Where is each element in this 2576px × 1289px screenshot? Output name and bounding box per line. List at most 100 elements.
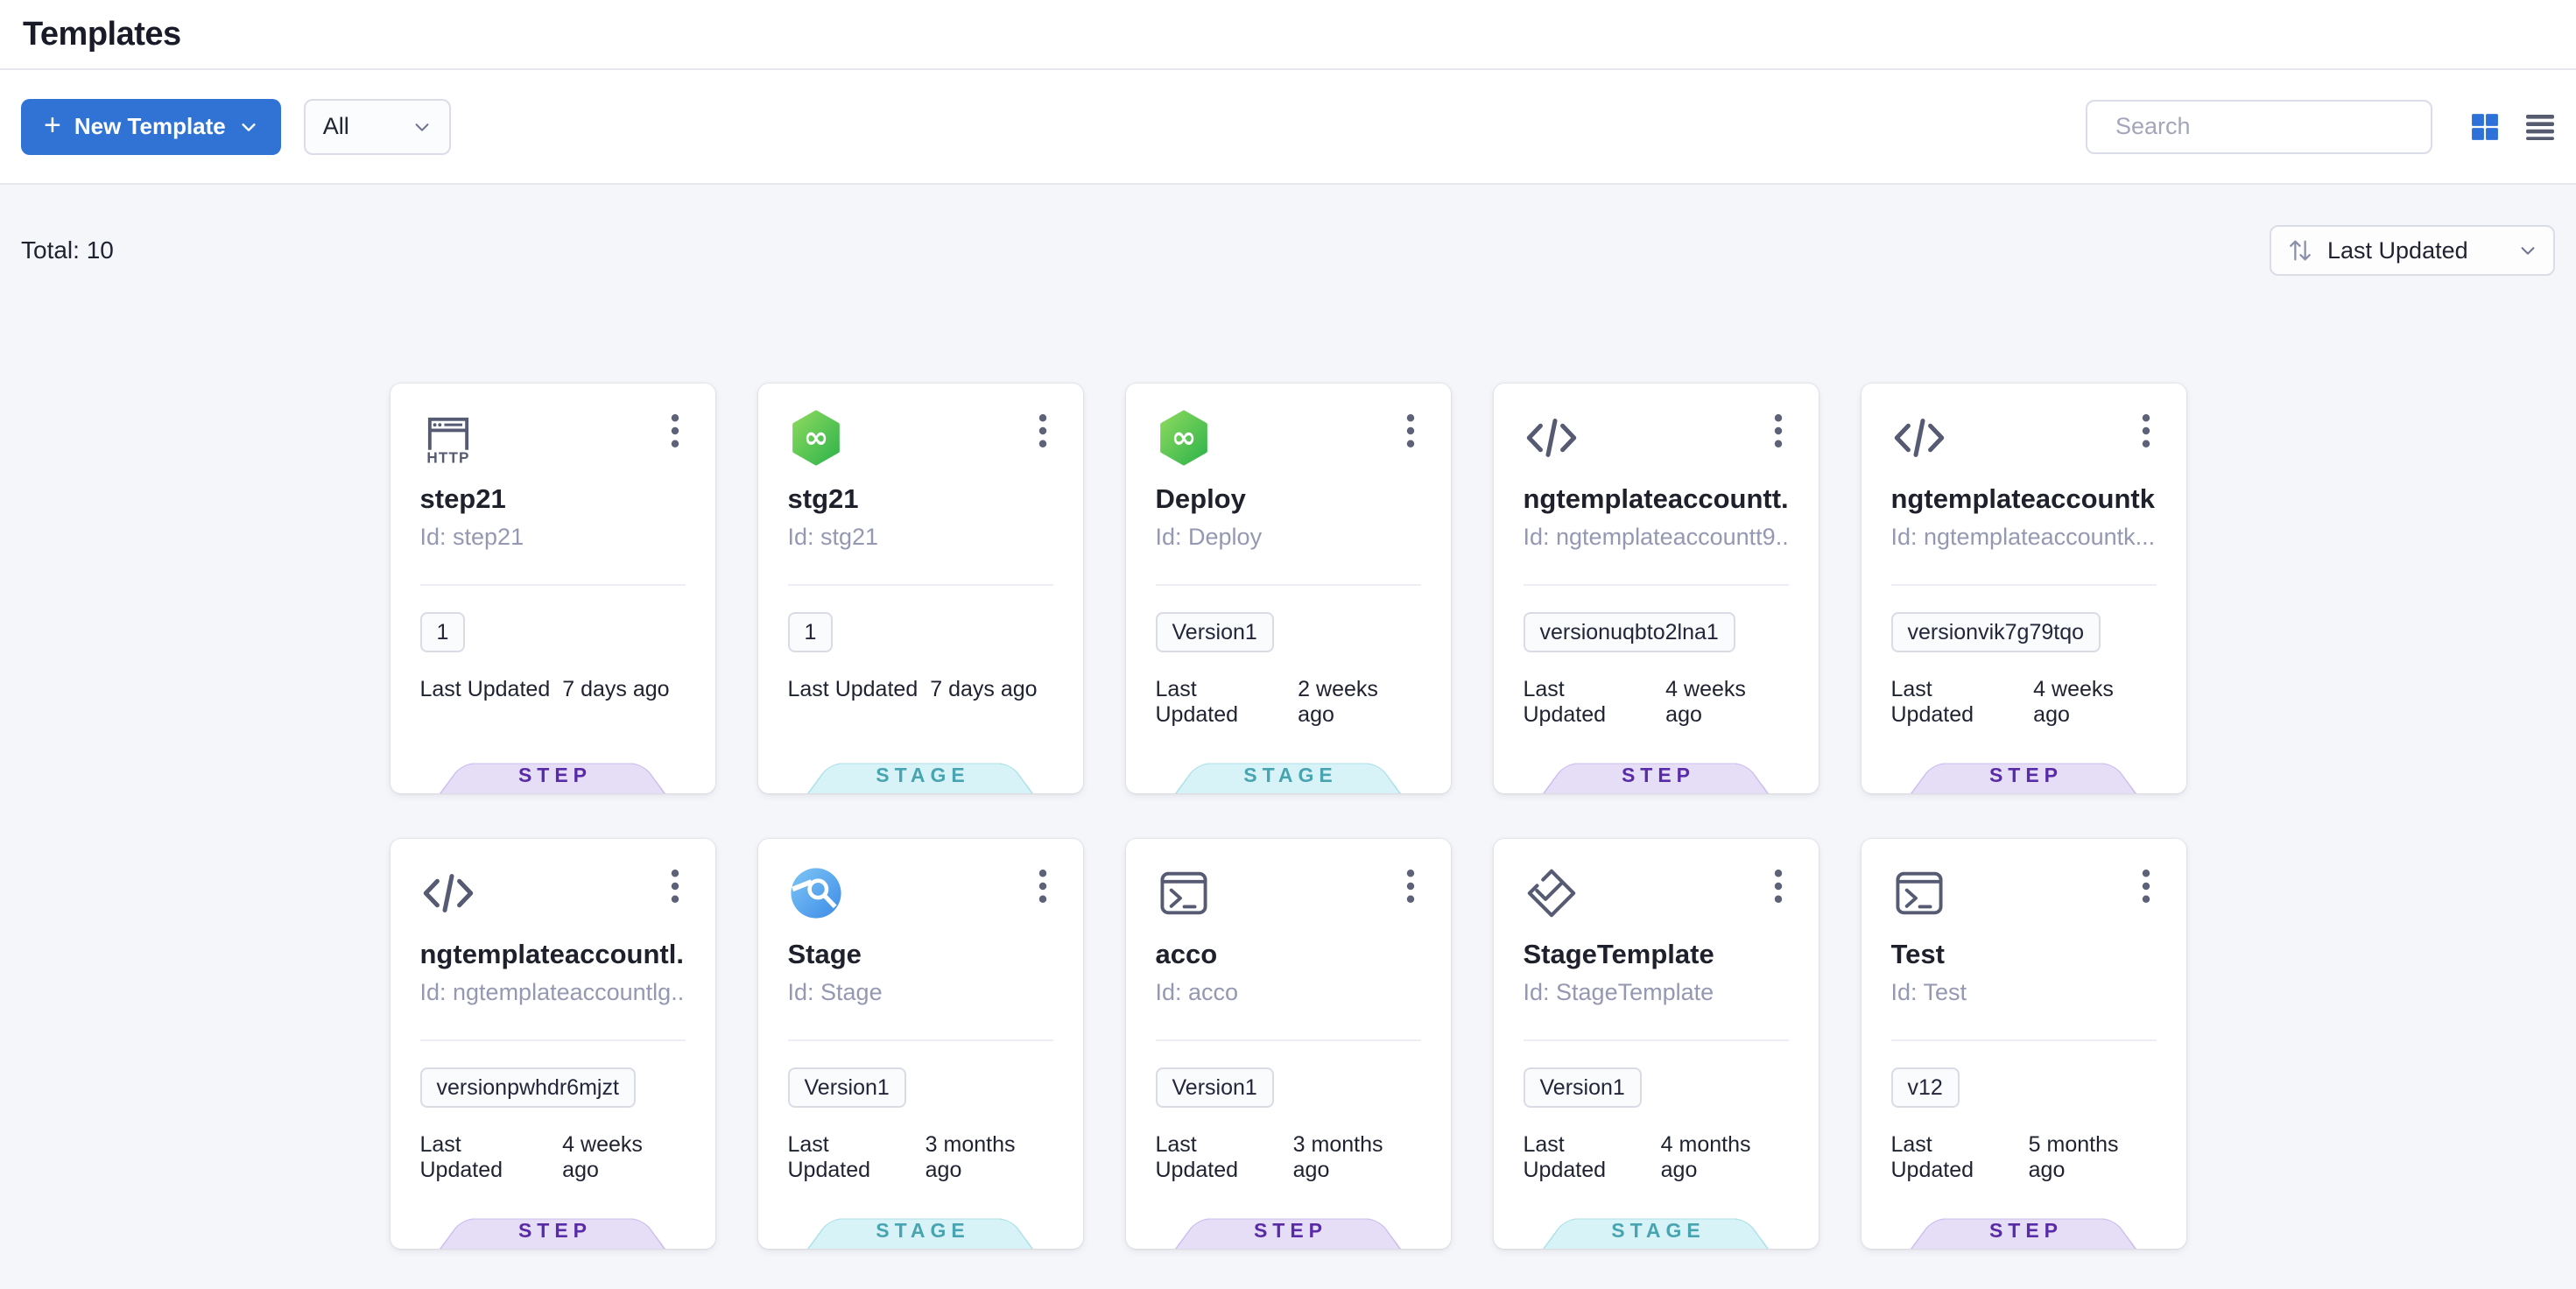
version-badge: Version1 (788, 1067, 906, 1108)
kebab-menu-icon (2141, 413, 2151, 448)
last-updated: Last Updated 2 weeks ago (1156, 677, 1421, 728)
card-divider (1891, 1039, 2157, 1041)
card-divider (420, 1039, 686, 1041)
last-updated: Last Updated 7 days ago (788, 677, 1053, 702)
template-card[interactable]: StageTemplate Id: StageTemplate Version1… (1494, 839, 1819, 1249)
total-count: Total: 10 (21, 236, 114, 264)
version-badge: Version1 (1524, 1067, 1642, 1108)
template-id: Id: ngtemplateaccountk... (1891, 524, 2157, 551)
code-icon (1891, 410, 1947, 466)
last-updated: Last Updated 4 months ago (1524, 1132, 1789, 1183)
template-type-ribbon: STEP (1911, 755, 2136, 793)
version-badge: versionvik7g79tqo (1891, 612, 2101, 652)
template-id: Id: acco (1156, 979, 1421, 1006)
template-card[interactable]: HTTP step21 Id: step21 1 Last Updated 7 … (391, 384, 715, 793)
search-box[interactable] (2086, 100, 2432, 154)
kebab-menu-icon (670, 869, 680, 904)
kebab-menu-icon (1405, 869, 1416, 904)
version-badge: 1 (788, 612, 834, 652)
grid-view-icon (2471, 113, 2499, 141)
template-card[interactable]: ngtemplateaccountl... Id: ngtemplateacco… (391, 839, 715, 1249)
new-template-label: New Template (74, 113, 226, 140)
search-input[interactable] (2115, 113, 2425, 140)
list-view-button[interactable] (2525, 114, 2555, 140)
card-menu-button[interactable] (1768, 410, 1789, 451)
template-title: Stage (788, 939, 1053, 970)
template-type-ribbon: STEP (1911, 1210, 2136, 1249)
last-updated: Last Updated 4 weeks ago (1891, 677, 2157, 728)
template-card[interactable]: ngtemplateaccountt... Id: ngtemplateacco… (1494, 384, 1819, 793)
template-card[interactable]: Test Id: Test v12 Last Updated 5 months … (1862, 839, 2186, 1249)
template-id: Id: Deploy (1156, 524, 1421, 551)
card-divider (420, 584, 686, 586)
page-header: Templates (0, 0, 2576, 70)
filter-value: All (323, 113, 349, 140)
template-title: acco (1156, 939, 1421, 970)
template-type-ribbon: STAGE (1175, 755, 1401, 793)
card-menu-button[interactable] (665, 865, 686, 906)
card-menu-button[interactable] (2136, 865, 2157, 906)
new-template-button[interactable]: + New Template (21, 99, 281, 155)
version-badge: 1 (420, 612, 466, 652)
card-divider (1524, 1039, 1789, 1041)
content-area: Total: 10 Last Updated HTTP step21 Id: s… (0, 185, 2576, 1249)
card-menu-button[interactable] (2136, 410, 2157, 451)
card-menu-button[interactable] (1400, 410, 1421, 451)
svg-text:∞: ∞ (803, 420, 828, 455)
version-badge: versionuqbto2lna1 (1524, 612, 1735, 652)
template-title: Deploy (1156, 483, 1421, 515)
card-menu-button[interactable] (1032, 865, 1053, 906)
last-updated: Last Updated 5 months ago (1891, 1132, 2157, 1183)
template-title: step21 (420, 483, 686, 515)
template-type-ribbon: STAGE (807, 755, 1033, 793)
template-id: Id: Test (1891, 979, 2157, 1006)
version-badge: v12 (1891, 1067, 1960, 1108)
template-id: Id: StageTemplate (1524, 979, 1789, 1006)
toolbar: + New Template All (0, 70, 2576, 185)
template-title: ngtemplateaccountt... (1524, 483, 1789, 515)
chevron-down-icon (239, 117, 258, 137)
http-icon: HTTP (420, 410, 476, 466)
card-menu-button[interactable] (665, 410, 686, 451)
version-badge: versionpwhdr6mjzt (420, 1067, 636, 1108)
template-card[interactable]: ∞ Deploy Id: Deploy Version1 Last Update… (1126, 384, 1451, 793)
template-type-filter[interactable]: All (304, 99, 451, 155)
meta-row: Total: 10 Last Updated (0, 185, 2576, 316)
sort-select[interactable]: Last Updated (2270, 225, 2555, 276)
last-updated: Last Updated 4 weeks ago (1524, 677, 1789, 728)
last-updated: Last Updated 3 months ago (1156, 1132, 1421, 1183)
cd-icon: ∞ (788, 410, 844, 466)
card-menu-button[interactable] (1768, 865, 1789, 906)
kebab-menu-icon (2141, 869, 2151, 904)
custom-stage-icon (788, 865, 844, 921)
template-type-ribbon: STEP (440, 1210, 665, 1249)
grid-view-button[interactable] (2471, 113, 2499, 141)
sort-value: Last Updated (2327, 237, 2504, 264)
sort-arrows-icon (2287, 237, 2313, 264)
kebab-menu-icon (1038, 413, 1048, 448)
template-card[interactable]: Stage Id: Stage Version1 Last Updated 3 … (758, 839, 1083, 1249)
template-type-ribbon: STEP (1175, 1210, 1401, 1249)
card-divider (788, 584, 1053, 586)
template-title: stg21 (788, 483, 1053, 515)
template-type-ribbon: STAGE (1543, 1210, 1769, 1249)
version-badge: Version1 (1156, 612, 1274, 652)
template-type-ribbon: STAGE (807, 1210, 1033, 1249)
card-menu-button[interactable] (1032, 410, 1053, 451)
template-card[interactable]: ∞ stg21 Id: stg21 1 Last Updated 7 days … (758, 384, 1083, 793)
card-divider (788, 1039, 1053, 1041)
template-card[interactable]: ngtemplateaccountk... Id: ngtemplateacco… (1862, 384, 2186, 793)
template-id: Id: ngtemplateaccountt9... (1524, 524, 1789, 551)
kebab-menu-icon (1773, 869, 1784, 904)
card-divider (1156, 1039, 1421, 1041)
svg-text:∞: ∞ (1171, 420, 1196, 455)
template-card[interactable]: acco Id: acco Version1 Last Updated 3 mo… (1126, 839, 1451, 1249)
template-grid: HTTP step21 Id: step21 1 Last Updated 7 … (391, 384, 2186, 1249)
card-menu-button[interactable] (1400, 865, 1421, 906)
plus-icon: + (44, 110, 61, 140)
terminal-icon (1891, 865, 1947, 921)
kebab-menu-icon (1773, 413, 1784, 448)
page-title: Templates (23, 16, 181, 53)
kebab-menu-icon (1038, 869, 1048, 904)
card-divider (1156, 584, 1421, 586)
